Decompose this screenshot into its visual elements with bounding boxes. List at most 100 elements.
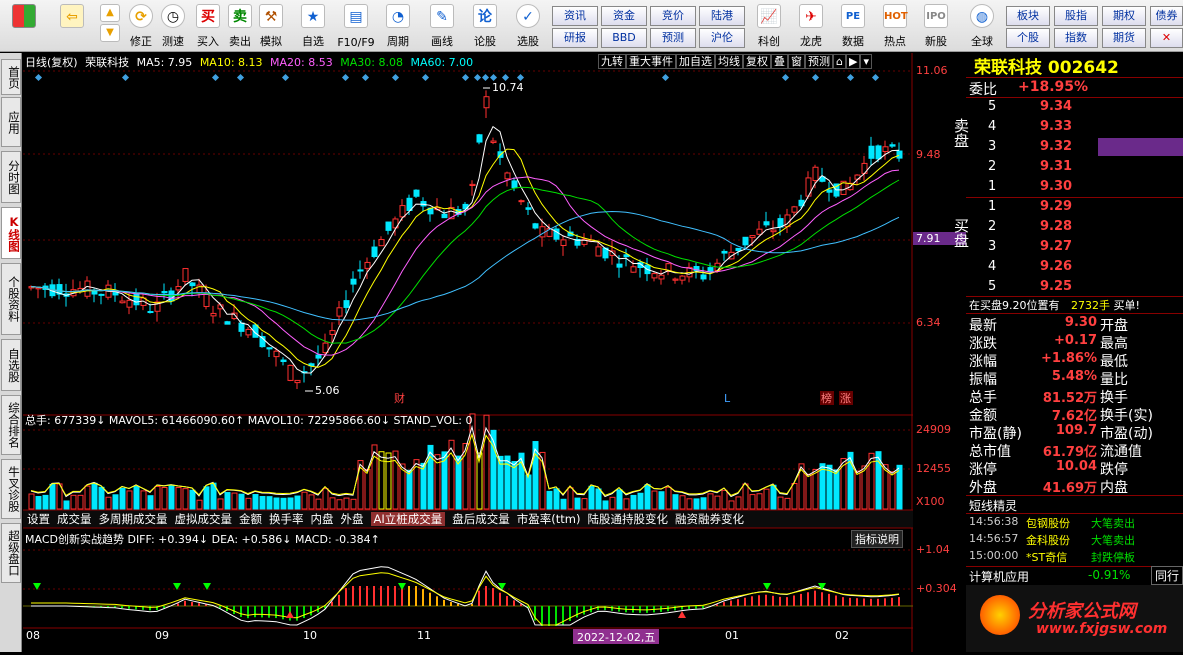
- tab-virtual-volume[interactable]: 虚拟成交量: [175, 512, 233, 526]
- sell-level-price[interactable]: 9.32: [1040, 139, 1072, 154]
- futures-button[interactable]: 期货: [1102, 28, 1146, 48]
- play-icon[interactable]: ▶: [845, 54, 861, 69]
- bonds-button[interactable]: 债券: [1150, 6, 1183, 26]
- chart-canvas[interactable]: 10.74 5.06 财 L 榜 涨: [23, 53, 913, 652]
- kechuang-button[interactable]: 📈 科创: [750, 2, 788, 50]
- major-events-button[interactable]: 重大事件: [626, 54, 676, 69]
- shanghai-london-button[interactable]: 沪伦: [699, 28, 745, 48]
- volume-bar: [28, 493, 35, 510]
- nav-intraday[interactable]: 分时图: [1, 151, 21, 203]
- index-futures-button[interactable]: 股指: [1054, 6, 1098, 26]
- elf-time: 14:56:38: [969, 515, 1019, 528]
- layout-button[interactable]: [4, 2, 44, 50]
- buy-level-price[interactable]: 9.28: [1040, 219, 1072, 234]
- tab-ai-volume[interactable]: AI立桩成交量: [370, 512, 446, 526]
- nav-home[interactable]: 首页: [1, 59, 21, 95]
- buy-level-price[interactable]: 9.26: [1040, 259, 1072, 274]
- global-button[interactable]: ◍ 全球: [962, 2, 1002, 50]
- sector-button[interactable]: 板块: [1006, 6, 1050, 26]
- simulate-button[interactable]: ⚒ 模拟: [256, 2, 286, 50]
- candle-body: [672, 278, 679, 281]
- research-button[interactable]: 研报: [552, 28, 598, 48]
- home-icon[interactable]: ⌂: [833, 54, 846, 69]
- data-button[interactable]: PE 数据: [834, 2, 872, 50]
- star-icon: ★: [301, 4, 325, 28]
- sell-level-price[interactable]: 9.34: [1040, 99, 1072, 114]
- f10-button[interactable]: ▤ F10/F9: [336, 2, 376, 50]
- candle-body: [399, 205, 406, 218]
- volume-bar: [805, 473, 812, 510]
- ipo-button[interactable]: IPO 新股: [918, 2, 954, 50]
- tab-pe-ttm[interactable]: 市盈率(ttm): [517, 512, 581, 526]
- tab-amount[interactable]: 金额: [239, 512, 262, 526]
- tab-northbound-holdings[interactable]: 陆股通持股变化: [587, 512, 668, 526]
- buy-level-price[interactable]: 9.29: [1040, 199, 1072, 214]
- discuss-button[interactable]: 论论股: [468, 2, 502, 50]
- sell-button[interactable]: 卖卖出: [226, 2, 254, 50]
- drawline-button[interactable]: ✎ 画线: [424, 2, 460, 50]
- adjust-button[interactable]: 复权: [743, 54, 771, 69]
- x-label-10: 10: [303, 629, 317, 642]
- indices-button[interactable]: 指数: [1054, 28, 1098, 48]
- ma-button[interactable]: 均线: [715, 54, 743, 69]
- event-label-rank[interactable]: 榜: [821, 391, 832, 405]
- event-label-rise[interactable]: 涨: [840, 392, 851, 405]
- dragon-tiger-button[interactable]: ✈ 龙虎: [792, 2, 830, 50]
- auction-button[interactable]: 竞价: [650, 6, 696, 26]
- tab-after-hours-volume[interactable]: 盘后成交量: [452, 512, 510, 526]
- revise-icon: ⟳: [129, 4, 153, 28]
- options-button[interactable]: 期权: [1102, 6, 1146, 26]
- tab-margin-change[interactable]: 融资融券变化: [675, 512, 744, 526]
- nav-ranking[interactable]: 综合排名: [1, 395, 21, 455]
- tab-turnover[interactable]: 换手率: [269, 512, 304, 526]
- hot-button[interactable]: HOT 热点: [876, 2, 914, 50]
- forecast-chart-button[interactable]: 预测: [805, 54, 833, 69]
- hk-connect-button[interactable]: 陆港: [699, 6, 745, 26]
- forecast-button[interactable]: 预测: [650, 28, 696, 48]
- overlay-button[interactable]: 叠: [771, 54, 788, 69]
- sector-name[interactable]: 计算机应用: [969, 568, 1029, 585]
- nav-super-book[interactable]: 超级盘口: [1, 523, 21, 583]
- stocks-button[interactable]: 个股: [1006, 28, 1050, 48]
- bbd-button[interactable]: BBD: [601, 28, 647, 48]
- nav-diagnose[interactable]: 牛叉诊股: [1, 459, 21, 519]
- speedtest-button[interactable]: ◷ 测速: [158, 2, 188, 50]
- tab-volume[interactable]: 成交量: [57, 512, 92, 526]
- add-watchlist-button[interactable]: 加自选: [676, 54, 715, 69]
- peer-button[interactable]: 同行: [1151, 566, 1183, 585]
- watchlist-button[interactable]: ★ 自选: [296, 2, 330, 50]
- close-icon[interactable]: ✕: [1150, 28, 1183, 48]
- buy-level-num: 1: [988, 199, 997, 214]
- buy-level-price[interactable]: 9.25: [1040, 279, 1072, 294]
- back-button[interactable]: ⇦: [52, 2, 92, 50]
- nav-apps[interactable]: 应用: [1, 97, 21, 147]
- nav-up-down[interactable]: ▲ ▼: [96, 2, 124, 50]
- nav-kline[interactable]: K线图: [1, 207, 21, 259]
- nine-turn-button[interactable]: 九转: [598, 54, 626, 69]
- period-button[interactable]: ◔ 周期: [380, 2, 416, 50]
- tab-settings[interactable]: 设置: [27, 512, 50, 526]
- nav-profile[interactable]: 个股资料: [1, 263, 21, 335]
- event-label-finance[interactable]: 财: [394, 391, 405, 405]
- window-button[interactable]: 窗: [788, 54, 805, 69]
- news-button[interactable]: 资讯: [552, 6, 598, 26]
- nav-watchlist[interactable]: 自选股: [1, 339, 21, 391]
- sell-level-price[interactable]: 9.33: [1040, 119, 1072, 134]
- capital-button[interactable]: 资金: [601, 6, 647, 26]
- select-stock-button[interactable]: ✓ 选股: [508, 2, 548, 50]
- indicator-explain-button[interactable]: 指标说明: [851, 530, 903, 548]
- elf-stock[interactable]: 包钢股份: [1026, 515, 1070, 531]
- buy-level-price[interactable]: 9.27: [1040, 239, 1072, 254]
- tab-multi-period-volume[interactable]: 多周期成交量: [99, 512, 168, 526]
- elf-stock[interactable]: *ST奇信: [1026, 549, 1067, 565]
- sell-level-price[interactable]: 9.31: [1040, 159, 1072, 174]
- revise-button[interactable]: ⟳ 修正: [126, 2, 156, 50]
- tab-inner-volume[interactable]: 内盘: [311, 512, 334, 526]
- stat-label-right: 换手: [1100, 390, 1128, 406]
- tab-outer-volume[interactable]: 外盘: [341, 512, 364, 526]
- buy-button[interactable]: 买买入: [194, 2, 222, 50]
- event-label-l[interactable]: L: [724, 392, 731, 405]
- sell-level-price[interactable]: 9.30: [1040, 179, 1072, 194]
- elf-stock[interactable]: 金科股份: [1026, 532, 1070, 548]
- dropdown-icon[interactable]: ▾: [860, 54, 872, 69]
